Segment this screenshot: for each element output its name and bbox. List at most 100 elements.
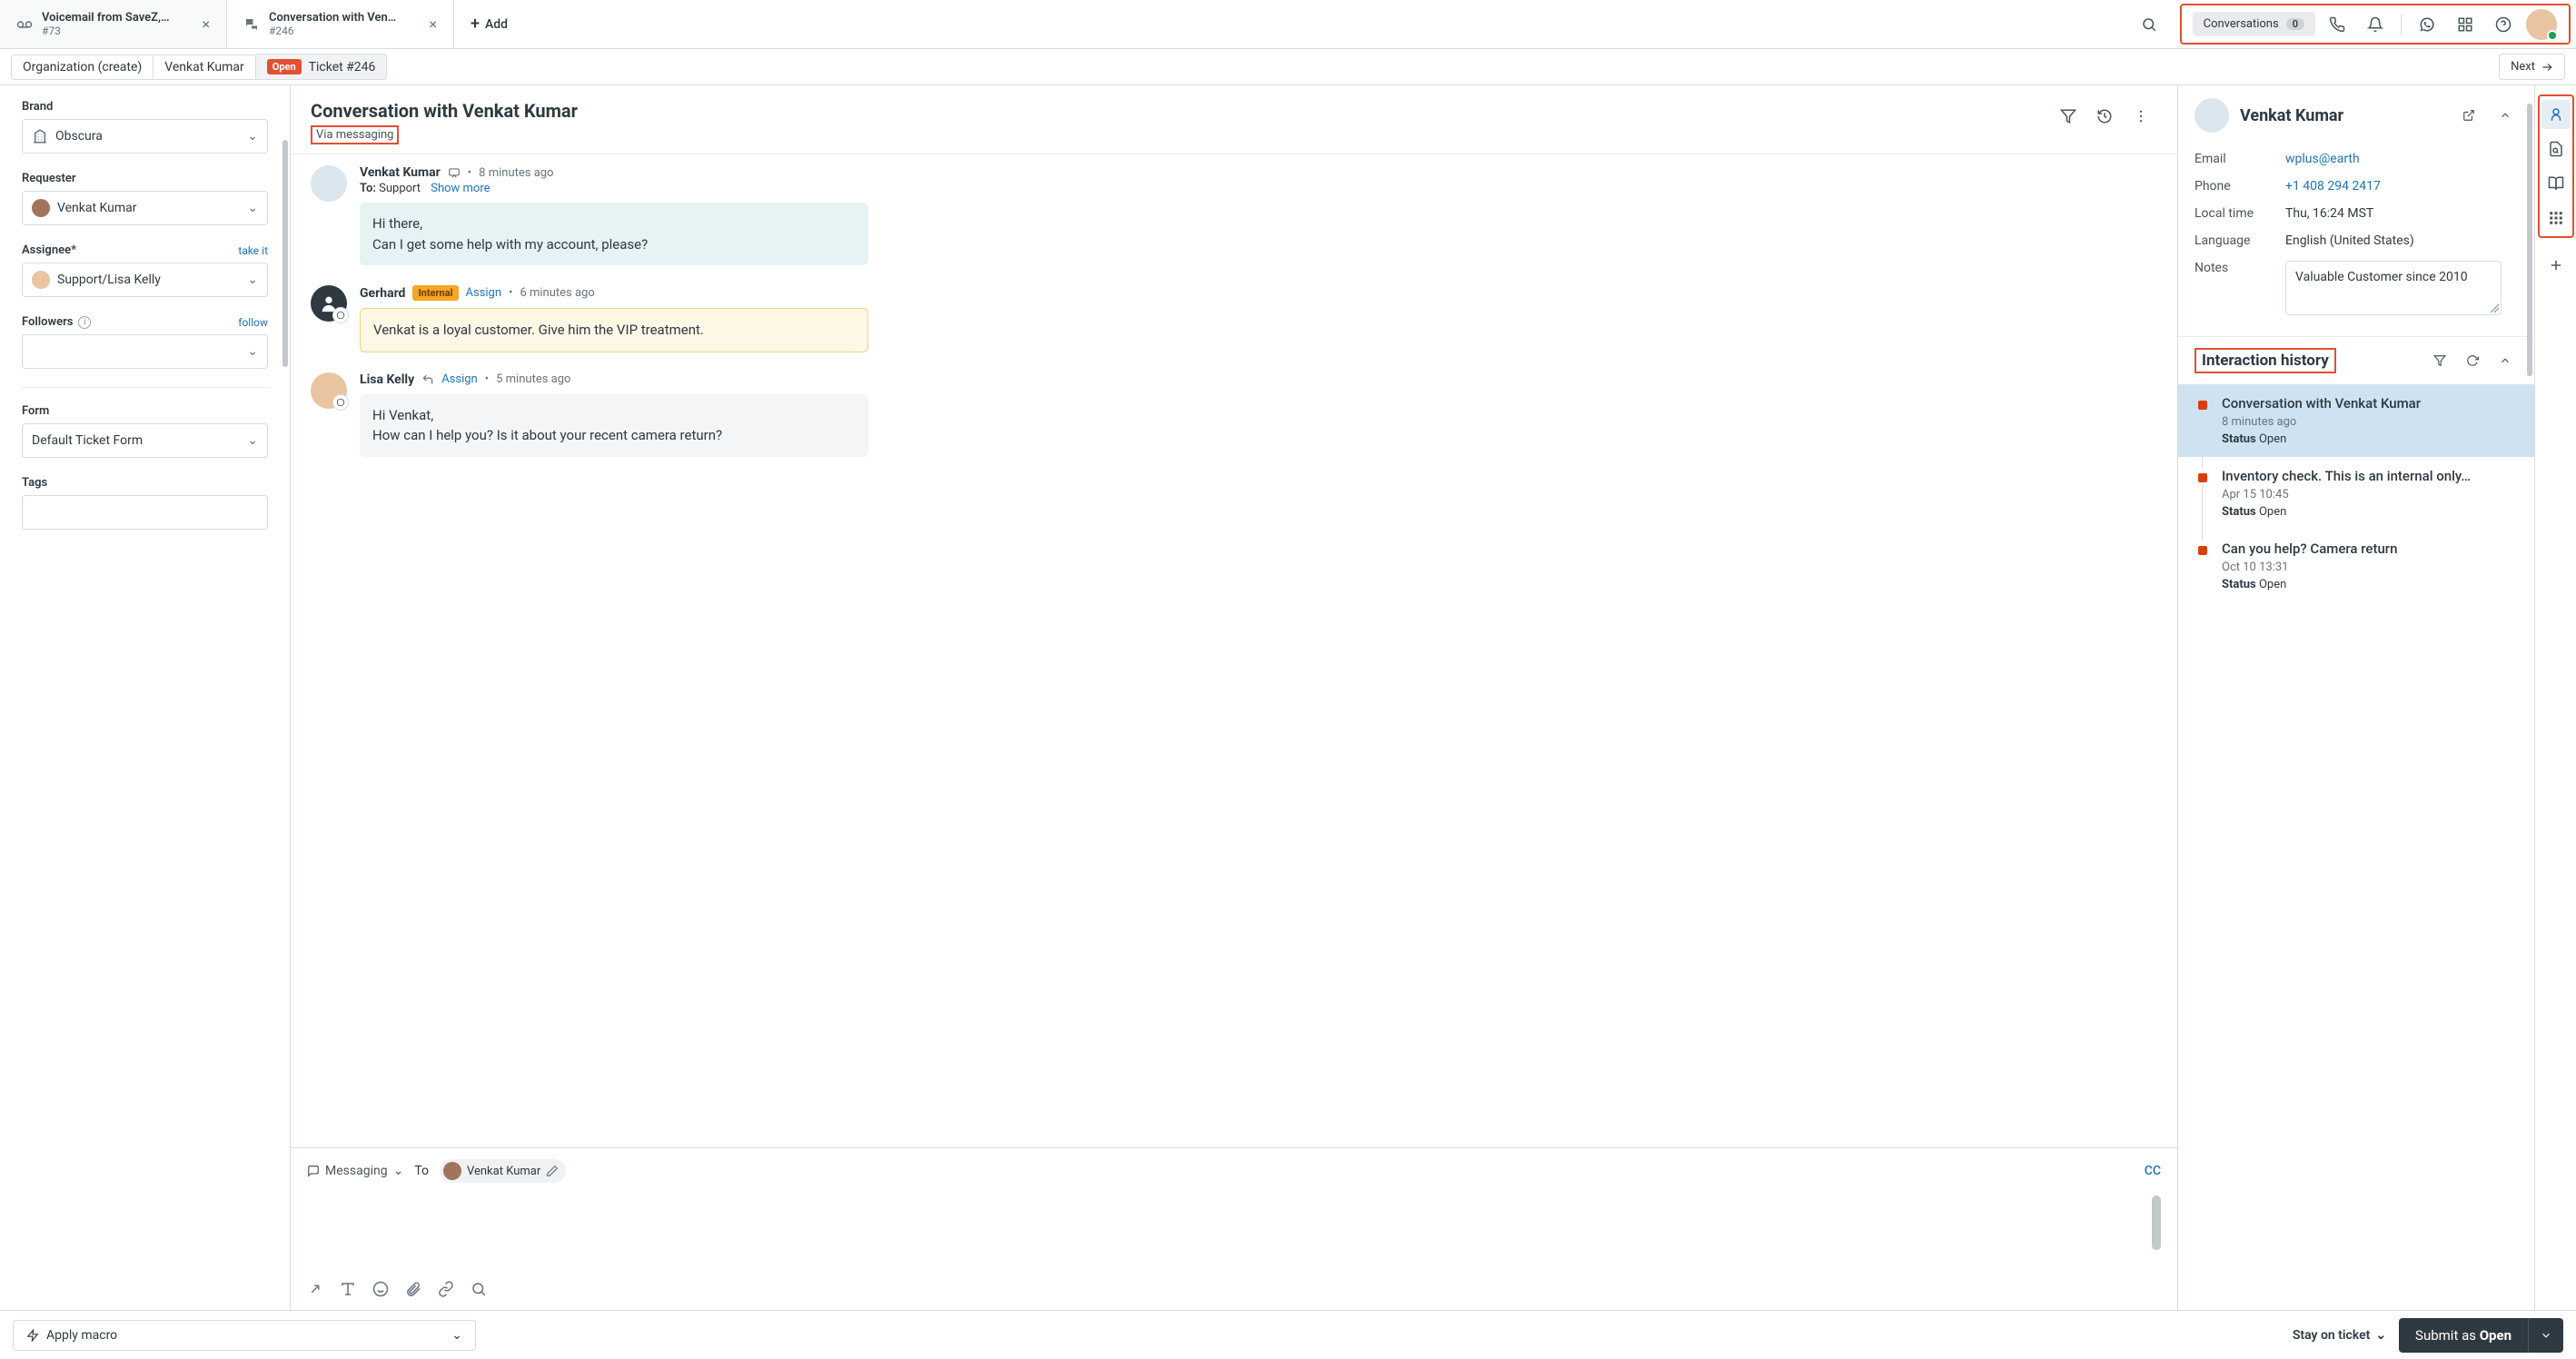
rail-user-icon[interactable] [2541, 100, 2571, 129]
composer-textarea[interactable] [307, 1190, 2161, 1272]
interaction-item[interactable]: Inventory check. This is an internal onl… [2178, 457, 2534, 530]
breadcrumb-requester[interactable]: Venkat Kumar [154, 55, 256, 80]
avatar [32, 199, 50, 217]
chevron-down-icon: ⌄ [247, 201, 258, 215]
ticket-label: Ticket #246 [309, 60, 376, 74]
breadcrumb-ticket[interactable]: Open Ticket #246 [256, 54, 388, 80]
assign-link[interactable]: Assign [441, 372, 478, 386]
message-body: Hi Venkat, How can I help you? Is it abo… [360, 394, 868, 457]
chevron-down-icon: ⌄ [2375, 1328, 2386, 1343]
message-time: 5 minutes ago [496, 372, 570, 386]
emoji-icon[interactable] [372, 1281, 389, 1301]
followers-select[interactable]: ⌄ [22, 334, 268, 369]
form-select[interactable]: Default Ticket Form ⌄ [22, 423, 268, 458]
follow-link[interactable]: follow [238, 316, 268, 329]
stay-on-ticket-select[interactable]: Stay on ticket ⌄ [2293, 1328, 2386, 1343]
channel-select[interactable]: Messaging ⌄ [307, 1164, 403, 1178]
next-button[interactable]: Next [2499, 54, 2565, 80]
status-dot-icon [2198, 473, 2207, 482]
more-icon[interactable] [2125, 100, 2157, 133]
channel-badge-icon [332, 394, 349, 411]
submit-caret-button[interactable] [2528, 1318, 2563, 1353]
chevron-up-icon[interactable] [2492, 348, 2518, 373]
search-button[interactable] [2133, 8, 2165, 41]
status-badge: Open [267, 59, 302, 74]
assignee-label: Assignee* [22, 243, 76, 257]
history-icon[interactable] [2088, 100, 2121, 133]
add-tab-label: Add [485, 17, 508, 32]
assignee-select[interactable]: Support/Lisa Kelly ⌄ [22, 263, 268, 297]
link-icon[interactable] [438, 1281, 454, 1301]
rail-knowledge-icon[interactable] [2541, 169, 2571, 198]
tab-subtitle: #73 [42, 25, 189, 37]
scrollbar-thumb[interactable] [2152, 1195, 2161, 1250]
cc-link[interactable]: CC [2145, 1164, 2161, 1178]
take-it-link[interactable]: take it [238, 244, 268, 257]
form-label: Form [22, 404, 268, 418]
customer-name: Venkat Kumar [2240, 106, 2445, 125]
customer-email[interactable]: wplus@earth [2285, 152, 2518, 166]
message-body: Hi there, Can I get some help with my ac… [360, 203, 868, 265]
show-more-link[interactable]: Show more [431, 182, 490, 195]
chevron-down-icon: ⌄ [393, 1164, 404, 1178]
voicemail-icon [16, 16, 33, 33]
tags-input[interactable] [22, 495, 268, 530]
status-dot-icon [2198, 546, 2207, 555]
expand-icon[interactable] [307, 1281, 323, 1301]
tags-label: Tags [22, 476, 268, 490]
chevron-down-icon: ⌄ [247, 273, 258, 287]
help-icon[interactable] [2487, 8, 2520, 41]
message-time: 8 minutes ago [479, 166, 553, 180]
attachment-icon[interactable] [405, 1281, 421, 1301]
info-icon[interactable]: i [78, 316, 91, 329]
rail-add-icon[interactable] [2541, 251, 2571, 280]
bell-icon[interactable] [2359, 8, 2392, 41]
phone-icon[interactable] [2321, 8, 2353, 41]
messaging-icon [243, 16, 260, 33]
apply-macro-button[interactable]: Apply macro ⌄ [13, 1320, 476, 1351]
interaction-item[interactable]: Can you help? Camera return Oct 10 13:31… [2178, 530, 2534, 602]
filter-icon[interactable] [2427, 348, 2452, 373]
refresh-icon[interactable] [2460, 348, 2485, 373]
apps-icon[interactable] [2449, 8, 2482, 41]
customer-phone[interactable]: +1 408 294 2417 [2285, 179, 2518, 193]
requester-select[interactable]: Venkat Kumar ⌄ [22, 191, 268, 225]
conversations-label: Conversations [2204, 17, 2279, 31]
breadcrumb-org[interactable]: Organization (create) [11, 55, 154, 80]
popout-icon[interactable] [2456, 103, 2482, 128]
scrollbar-thumb[interactable] [282, 140, 288, 367]
recipient-chip[interactable]: Venkat Kumar [440, 1159, 566, 1183]
avatar [311, 285, 347, 322]
rail-apps-icon[interactable] [2541, 203, 2571, 233]
customer-notes[interactable]: Valuable Customer since 2010 [2285, 261, 2502, 315]
plus-icon: + [471, 15, 480, 34]
brand-select[interactable]: Obscura ⌄ [22, 119, 268, 154]
chevron-up-icon[interactable] [2492, 103, 2518, 128]
avatar [311, 165, 347, 202]
chevron-down-icon: ⌄ [247, 344, 258, 359]
avatar [2195, 98, 2229, 133]
close-icon[interactable]: × [198, 12, 213, 36]
filter-icon[interactable] [2052, 100, 2085, 133]
search-icon[interactable] [471, 1281, 487, 1301]
close-icon[interactable]: × [425, 12, 441, 36]
conversations-pill[interactable]: Conversations 0 [2193, 12, 2315, 36]
conversations-count: 0 [2286, 18, 2304, 30]
submit-button[interactable]: Submit as Open [2399, 1318, 2528, 1353]
whatsapp-icon[interactable] [2411, 8, 2443, 41]
profile-avatar[interactable] [2525, 8, 2558, 41]
text-format-icon[interactable] [340, 1281, 356, 1301]
context-rail [2534, 85, 2576, 1310]
assign-link[interactable]: Assign [466, 286, 502, 300]
chevron-down-icon: ⌄ [247, 433, 258, 448]
message-author: Gerhard [360, 286, 405, 301]
tab-conversation[interactable]: Conversation with Ven… #246 × [227, 0, 454, 48]
rail-search-doc-icon[interactable] [2541, 134, 2571, 164]
pencil-icon[interactable] [546, 1165, 559, 1177]
message-author: Venkat Kumar [360, 165, 441, 180]
interaction-item[interactable]: Conversation with Venkat Kumar 8 minutes… [2178, 384, 2534, 457]
add-tab-button[interactable]: + Add [454, 0, 524, 48]
scrollbar-thumb[interactable] [2527, 104, 2532, 376]
customer-language: English (United States) [2285, 233, 2518, 248]
tab-voicemail[interactable]: Voicemail from SaveZ,… #73 × [0, 0, 227, 48]
